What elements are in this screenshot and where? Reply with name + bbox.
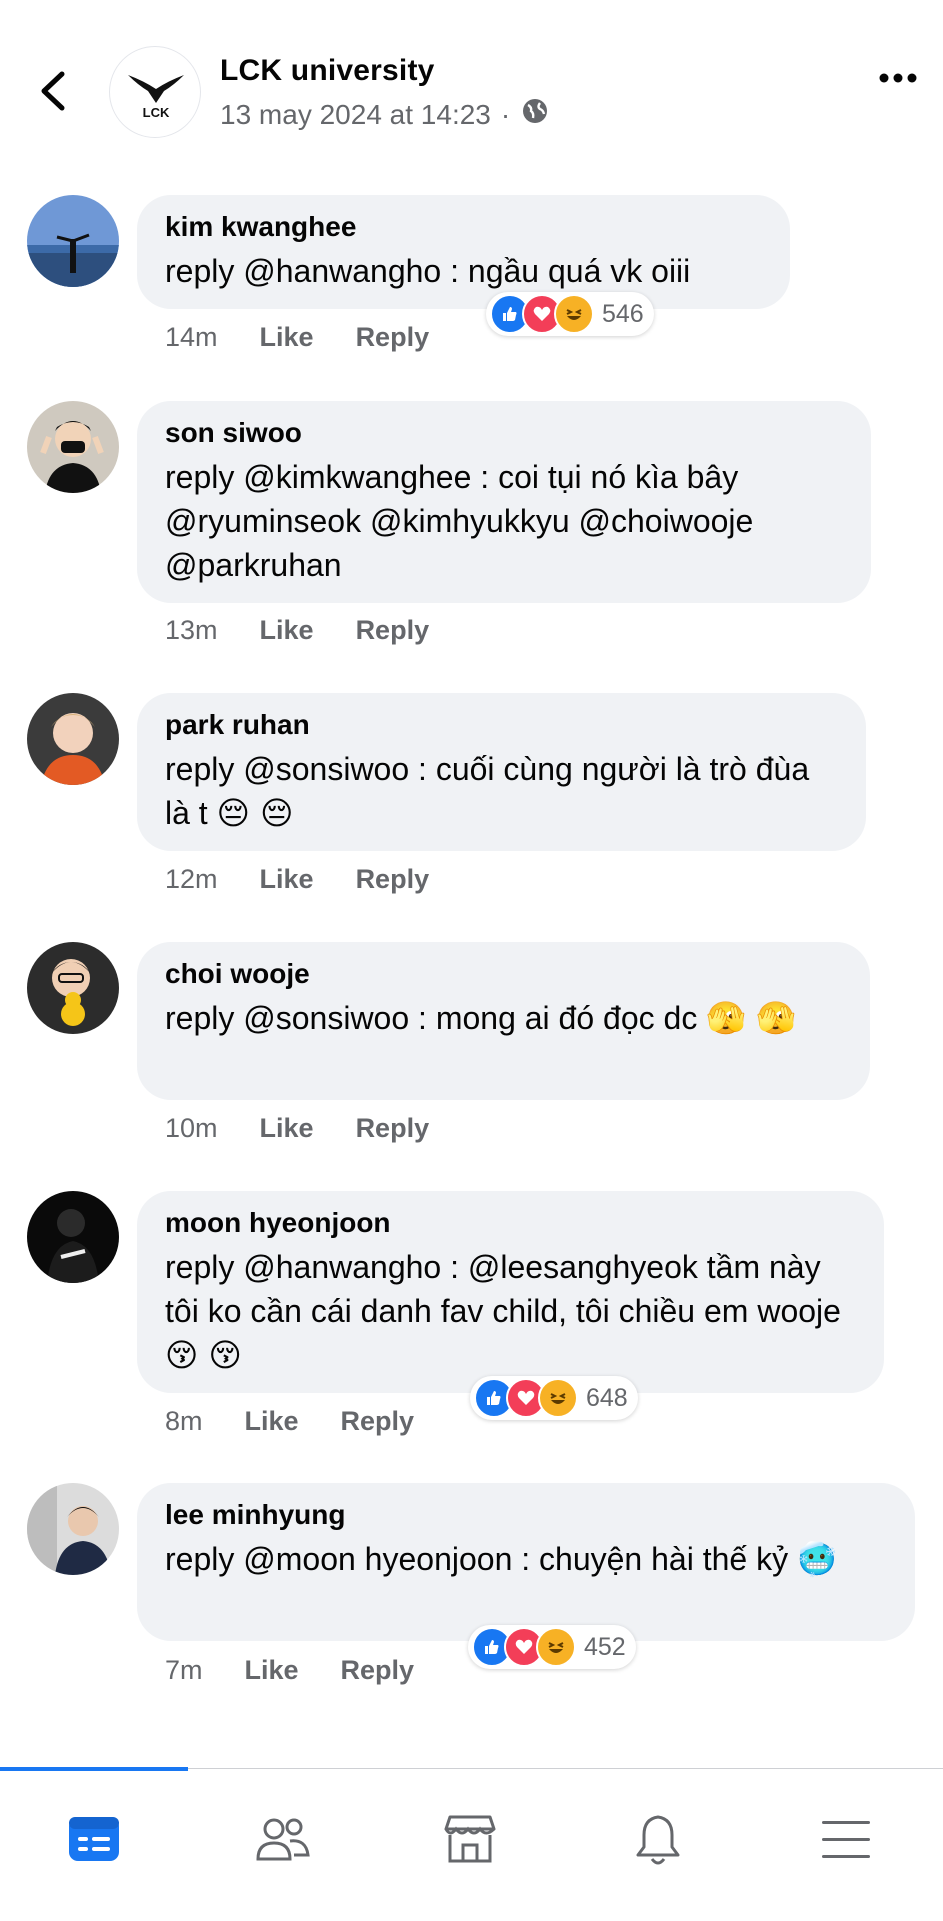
like-button[interactable]: Like (260, 1113, 314, 1144)
comment-time[interactable]: 13m (165, 615, 218, 646)
logo-text: LCK (143, 105, 170, 120)
active-tab-indicator (0, 1767, 188, 1771)
comment-text: reply @moon hyeonjoon : chuyện hài thế k… (165, 1537, 887, 1581)
avatar-kim-kwanghee[interactable] (27, 195, 119, 287)
comment-text: reply @hanwangho : @leesanghyeok tầm này… (165, 1245, 856, 1377)
comment-message: reply @sonsiwoo : mong ai đó đọc dc (165, 1000, 698, 1036)
comment-actions: 7m Like Reply (165, 1655, 414, 1686)
comment-author[interactable]: moon hyeonjoon (165, 1205, 856, 1241)
like-button[interactable]: Like (245, 1406, 299, 1437)
reply-button[interactable]: Reply (356, 1113, 430, 1144)
globe-icon (520, 96, 550, 133)
reaction-count: 452 (584, 1632, 626, 1661)
comment-emoji: 😔 😔 (216, 794, 294, 832)
page-avatar[interactable]: LCK (109, 46, 201, 138)
menu-icon[interactable] (752, 1789, 940, 1889)
post-timestamp[interactable]: 13 may 2024 at 14:23 (220, 99, 491, 131)
comment-bubble[interactable]: son siwoo reply @kimkwanghee : coi tụi n… (137, 401, 871, 603)
back-icon[interactable] (34, 66, 74, 116)
comment-author[interactable]: park ruhan (165, 707, 838, 743)
comment-bubble[interactable]: lee minhyung reply @moon hyeonjoon : chu… (137, 1483, 915, 1641)
reactions-summary[interactable]: 452 (468, 1625, 636, 1669)
comment-time[interactable]: 10m (165, 1113, 218, 1144)
post-header: LCK LCK university 13 may 2024 at 14:23 … (0, 0, 943, 170)
comment-actions: 10m Like Reply (165, 1113, 429, 1144)
reply-button[interactable]: Reply (341, 1655, 415, 1686)
comment-actions: 14m Like Reply (165, 322, 429, 353)
comment-time[interactable]: 14m (165, 322, 218, 353)
reaction-count: 546 (602, 299, 644, 328)
meta-separator: · (500, 98, 511, 130)
haha-reaction-icon (554, 294, 594, 334)
post-meta: 13 may 2024 at 14:23 · (220, 96, 550, 133)
haha-reaction-icon (538, 1378, 578, 1418)
like-button[interactable]: Like (260, 615, 314, 646)
bottom-nav (0, 1767, 943, 1921)
avatar-moon-hyeonjoon[interactable] (27, 1191, 119, 1283)
comment-emoji: 🫣 🫣 (706, 999, 797, 1037)
comment-actions: 13m Like Reply (165, 615, 429, 646)
more-options-icon[interactable] (876, 66, 920, 90)
friends-icon[interactable] (188, 1789, 376, 1889)
comment-text: reply @sonsiwoo : mong ai đó đọc dc 🫣 🫣 (165, 996, 842, 1040)
comment-time[interactable]: 7m (165, 1655, 203, 1686)
comment-author[interactable]: lee minhyung (165, 1497, 887, 1533)
comment-emoji: 🥶 (796, 1540, 837, 1578)
avatar-son-siwoo[interactable] (27, 401, 119, 493)
comment-actions: 8m Like Reply (165, 1406, 414, 1437)
comment-bubble[interactable]: choi wooje reply @sonsiwoo : mong ai đó … (137, 942, 870, 1100)
comment-text: reply @hanwangho : ngầu quá vk oiii (165, 253, 691, 289)
comment-text: reply @kimkwanghee : coi tụi nó kìa bây … (165, 459, 754, 583)
reply-button[interactable]: Reply (341, 1406, 415, 1437)
avatar-lee-minhyung[interactable] (27, 1483, 119, 1575)
reactions-summary[interactable]: 648 (470, 1376, 638, 1420)
reactions-summary[interactable]: 546 (486, 292, 654, 336)
comment-actions: 12m Like Reply (165, 864, 429, 895)
like-button[interactable]: Like (260, 864, 314, 895)
reaction-count: 648 (586, 1383, 628, 1412)
comment-bubble[interactable]: park ruhan reply @sonsiwoo : cuối cùng n… (137, 693, 866, 851)
reply-button[interactable]: Reply (356, 322, 430, 353)
comment-author[interactable]: kim kwanghee (165, 209, 762, 245)
page-name[interactable]: LCK university (220, 54, 435, 88)
comment-author[interactable]: son siwoo (165, 415, 843, 451)
like-button[interactable]: Like (260, 322, 314, 353)
marketplace-icon[interactable] (376, 1789, 564, 1889)
reply-button[interactable]: Reply (356, 615, 430, 646)
comment-bubble[interactable]: kim kwanghee reply @hanwangho : ngầu quá… (137, 195, 790, 309)
lck-logo-icon: LCK (128, 75, 184, 120)
haha-reaction-icon (536, 1627, 576, 1667)
comment-author[interactable]: choi wooje (165, 956, 842, 992)
comment-message: reply @hanwangho : @leesanghyeok tầm này… (165, 1249, 841, 1329)
comment-bubble[interactable]: moon hyeonjoon reply @hanwangho : @leesa… (137, 1191, 884, 1393)
notifications-icon[interactable] (564, 1789, 752, 1889)
comment-message: reply @moon hyeonjoon : chuyện hài thế k… (165, 1541, 789, 1577)
comment-time[interactable]: 8m (165, 1406, 203, 1437)
comment-time[interactable]: 12m (165, 864, 218, 895)
avatar-park-ruhan[interactable] (27, 693, 119, 785)
avatar-choi-wooje[interactable] (27, 942, 119, 1034)
comment-text: reply @sonsiwoo : cuối cùng người là trò… (165, 747, 838, 835)
reply-button[interactable]: Reply (356, 864, 430, 895)
like-button[interactable]: Like (245, 1655, 299, 1686)
feed-icon[interactable] (0, 1789, 188, 1889)
comment-emoji: 😚 😚 (165, 1336, 242, 1374)
